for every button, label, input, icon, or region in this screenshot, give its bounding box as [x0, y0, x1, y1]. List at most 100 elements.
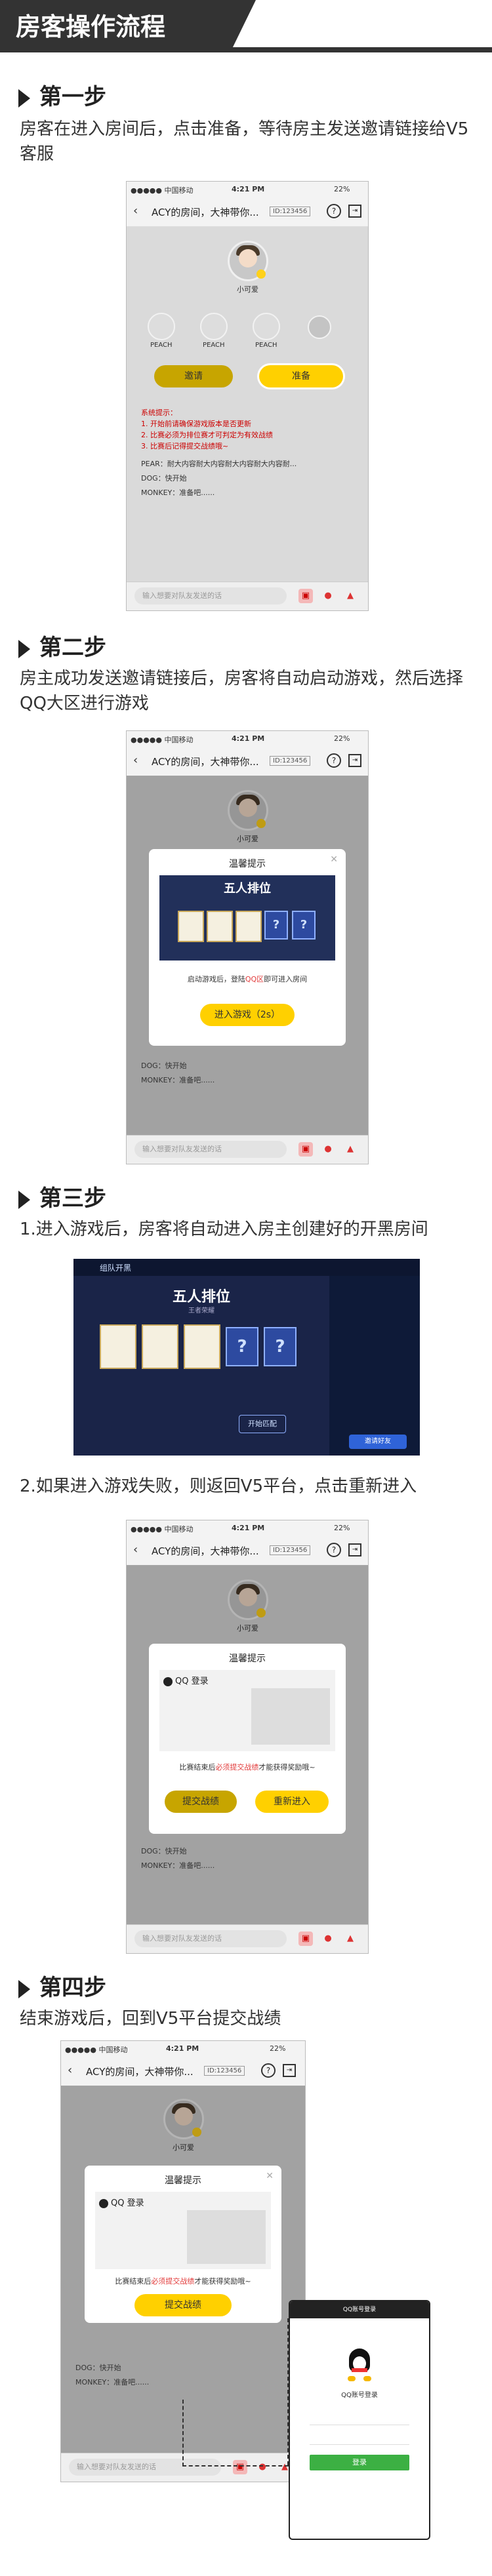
- page-title: 房客操作流程: [16, 12, 166, 41]
- step3-desc2: 2.如果进入游戏失败，则返回V5平台，点击重新进入: [20, 1476, 417, 1496]
- carrier: ●●●●● 中国移动: [131, 736, 194, 744]
- alert-icon[interactable]: ▲: [343, 1932, 358, 1946]
- close-icon[interactable]: ✕: [266, 2171, 274, 2181]
- header-rule: [0, 47, 492, 52]
- empty-slot[interactable]: ?: [226, 1327, 258, 1366]
- mic-icon[interactable]: ●: [321, 589, 335, 603]
- status-bar: ●●●●● 中国移动 4:21 PM 22%: [127, 1520, 368, 1536]
- game-title: 五人排位: [172, 1289, 230, 1305]
- mic-icon[interactable]: ●: [321, 1142, 335, 1157]
- chat-line: PEAR：耐大内容耐大内容耐大内容耐大内容耐...: [141, 460, 297, 468]
- modal-title: 温馨提示: [165, 2175, 201, 2186]
- input-bar: 输入想要对队友发送的话 ▣ ● ▲: [127, 1924, 368, 1953]
- room-nav: ‹ ACY的房间，大神带你... ID:123456 ? ⇥: [127, 197, 368, 227]
- qq-login-button[interactable]: 登录: [310, 2455, 409, 2470]
- empty-slot[interactable]: [308, 315, 331, 339]
- back-icon[interactable]: ‹: [133, 753, 138, 767]
- help-icon[interactable]: ?: [261, 2063, 276, 2078]
- room-id: ID:123456: [270, 756, 311, 766]
- qq-password-field[interactable]: [310, 2430, 409, 2445]
- start-match-button[interactable]: 开始匹配: [239, 1415, 286, 1433]
- player-name: PEACH: [203, 342, 225, 349]
- gift-icon[interactable]: ▣: [298, 1932, 313, 1946]
- submit-record-button[interactable]: 提交战绩: [134, 2294, 232, 2316]
- room-title: ACY的房间，大神带你...: [152, 207, 259, 218]
- help-icon[interactable]: ?: [327, 753, 341, 768]
- chat-log: DOG：快开始 MONKEY：准备吧......: [75, 2361, 149, 2390]
- flow-connector: [182, 2400, 289, 2467]
- triangle-icon: [18, 89, 30, 108]
- submit-record-button[interactable]: 提交战绩: [165, 1791, 237, 1813]
- alert-icon[interactable]: ▲: [343, 1142, 358, 1157]
- tip-modal: 温馨提示 ✕ 五人排位 ? ? 启动游戏后，登陆QQ区即可进入房间 进入游戏（2…: [149, 849, 346, 1046]
- invite-friends-button[interactable]: 邀请好友: [349, 1435, 407, 1449]
- step4-desc: 结束游戏后，回到V5平台提交战绩: [20, 2009, 281, 2029]
- clock: 4:21 PM: [232, 734, 265, 743]
- mic-icon[interactable]: ●: [321, 1932, 335, 1946]
- carrier: ●●●●● 中国移动: [65, 2046, 128, 2054]
- page-header: 房客操作流程: [0, 0, 492, 52]
- gift-icon[interactable]: ▣: [298, 589, 313, 603]
- battery: 22%: [334, 734, 350, 743]
- qq-title-text: QQ 登录: [175, 1676, 209, 1686]
- exit-icon[interactable]: ⇥: [348, 1543, 361, 1556]
- modal-text-pre: 启动游戏后，登陆: [187, 975, 245, 983]
- chat-input[interactable]: 输入想要对队友发送的话: [134, 1930, 287, 1947]
- clock: 4:21 PM: [166, 2044, 199, 2053]
- battery: 22%: [270, 2044, 286, 2053]
- game-header: 组队开黑: [100, 1263, 132, 1273]
- player-avatar: [200, 313, 228, 340]
- back-icon[interactable]: ‹: [133, 1543, 138, 1556]
- exit-icon[interactable]: ⇥: [283, 2064, 296, 2077]
- chat-line: DOG：快开始: [141, 1847, 187, 1855]
- modal-text: 比赛结束后必须提交战绩才能获得奖励哦~: [85, 2276, 281, 2286]
- qq-account-field[interactable]: [310, 2410, 409, 2425]
- step4-title-text: 第四步: [39, 1975, 106, 2001]
- modal-text-pre: 比赛结束后: [179, 1763, 216, 1772]
- qq-login-phone: QQ账号登录 QQ账号登录 登录: [289, 2300, 430, 2540]
- step3-desc1: 1.进入游戏后，房客将自动进入房主创建好的开黑房间: [20, 1219, 428, 1239]
- modal-text-post: 即可进入房间: [264, 975, 308, 983]
- player-name: PEACH: [255, 342, 277, 349]
- chat-line: MONKEY：准备吧......: [141, 1861, 215, 1870]
- help-icon[interactable]: ?: [327, 1543, 341, 1557]
- chat-input[interactable]: 输入想要对队友发送的话: [134, 587, 287, 604]
- tip-line: 1. 开始前请确保游戏版本是否更新: [141, 420, 251, 428]
- help-icon[interactable]: ?: [327, 204, 341, 218]
- back-icon[interactable]: ‹: [68, 2063, 72, 2077]
- empty-slot: ?: [264, 911, 288, 940]
- chat-line: DOG：快开始: [141, 474, 187, 483]
- chat-line: DOG：快开始: [141, 1061, 187, 1070]
- host-name: 小可爱: [237, 285, 258, 294]
- modal-text-post: 才能获得奖励哦~: [258, 1763, 316, 1772]
- room-nav: ‹ ACY的房间，大神带你... ID:123456 ? ⇥: [127, 747, 368, 776]
- modal-title: 温馨提示: [229, 859, 266, 869]
- hero-card: [236, 911, 262, 942]
- qq-login-preview: QQ 登录: [159, 1670, 335, 1751]
- empty-slot[interactable]: ?: [264, 1327, 297, 1366]
- close-icon[interactable]: ✕: [330, 854, 338, 865]
- qq-account-list: [251, 1688, 330, 1745]
- modal-text-pre: 比赛结束后: [115, 2277, 152, 2286]
- alert-icon[interactable]: ▲: [343, 589, 358, 603]
- chat-line: MONKEY：准备吧......: [141, 488, 215, 497]
- gift-icon[interactable]: ▣: [298, 1142, 313, 1157]
- chat-line: MONKEY：准备吧......: [141, 1076, 215, 1084]
- start-game-button[interactable]: 进入游戏（2s）: [200, 1004, 295, 1026]
- exit-icon[interactable]: ⇥: [348, 205, 361, 218]
- chat-log: DOG：快开始 MONKEY：准备吧......: [141, 1844, 215, 1873]
- chat-input[interactable]: 输入想要对队友发送的话: [134, 1141, 287, 1158]
- qq-account-list: [187, 2210, 266, 2264]
- invite-button[interactable]: 邀请: [154, 365, 233, 387]
- carrier: ●●●●● 中国移动: [131, 186, 194, 195]
- friend-panel: [329, 1276, 420, 1456]
- player-name: PEACH: [150, 342, 173, 349]
- qq-title: QQ 登录: [99, 2196, 144, 2208]
- ready-button[interactable]: 准备: [259, 365, 343, 387]
- exit-icon[interactable]: ⇥: [348, 754, 361, 767]
- tip-line: 系统提示：: [141, 408, 177, 417]
- back-icon[interactable]: ‹: [133, 204, 138, 218]
- qq-phone-name: QQ账号登录: [341, 2392, 378, 2399]
- room-nav: ‹ ACY的房间，大神带你... ID:123456 ? ⇥: [127, 1536, 368, 1566]
- reenter-button[interactable]: 重新进入: [255, 1791, 329, 1813]
